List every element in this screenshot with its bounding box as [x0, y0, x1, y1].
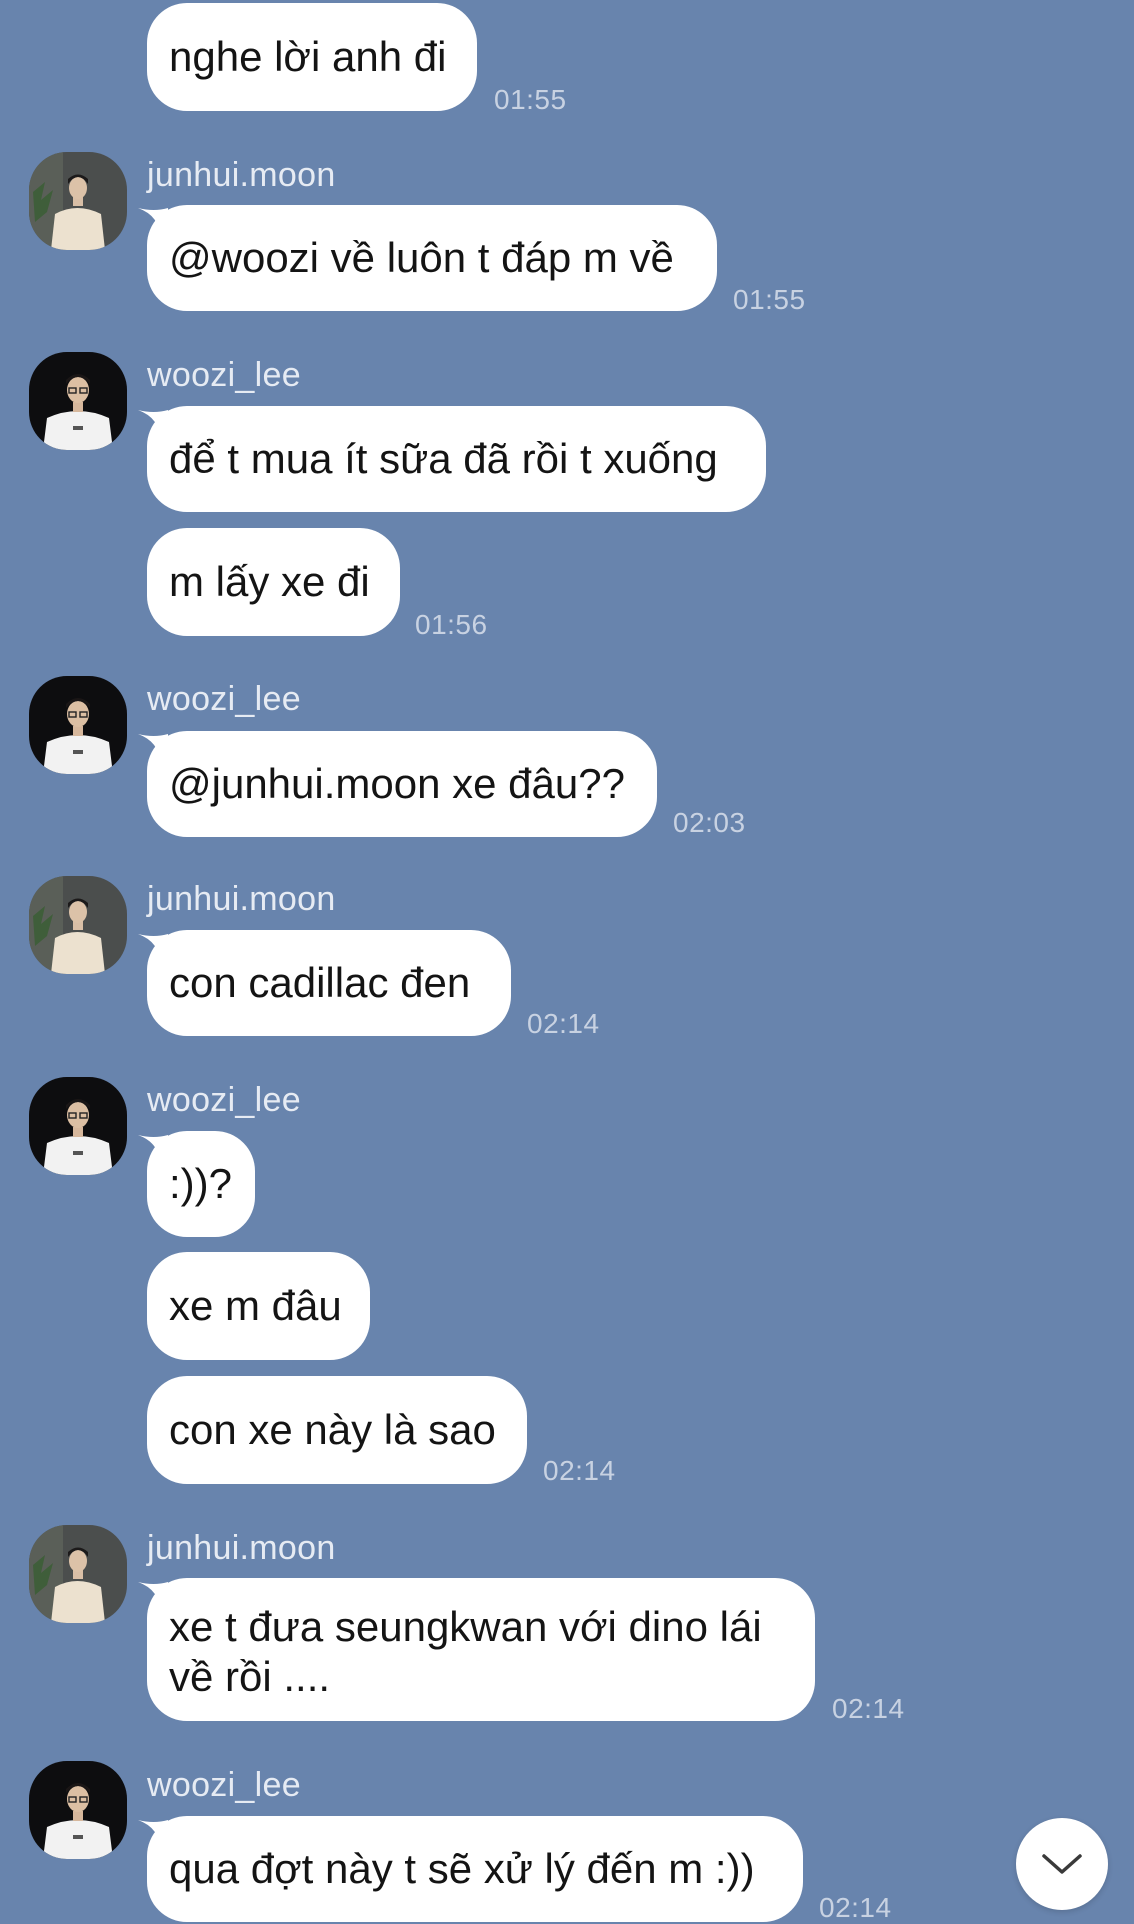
message-time: 02:14 [819, 1892, 892, 1923]
message-bubble[interactable]: con cadillac đen [147, 930, 511, 1036]
message-bubble[interactable]: qua đợt này t sẽ xử lý đến m :)) [147, 1816, 803, 1922]
chevron-down-icon [1042, 1854, 1082, 1874]
sender-name: woozi_lee [147, 680, 301, 718]
message-bubble[interactable]: con xe này là sao [147, 1376, 527, 1484]
scroll-to-bottom-button[interactable] [1016, 1818, 1108, 1910]
message-time: 02:14 [543, 1455, 616, 1486]
message-time: 01:56 [415, 609, 488, 640]
avatar-woozi-lee[interactable] [29, 1761, 127, 1859]
message-bubble[interactable]: m lấy xe đi [147, 528, 400, 636]
message-time: 02:03 [673, 807, 746, 838]
sender-name: woozi_lee [147, 356, 301, 394]
message-time: 02:14 [527, 1008, 600, 1039]
sender-name: woozi_lee [147, 1081, 301, 1119]
message-bubble[interactable]: @woozi về luôn t đáp m về [147, 205, 717, 311]
message-bubble[interactable]: :))? [147, 1131, 255, 1237]
avatar-woozi-lee[interactable] [29, 1077, 127, 1175]
message-time: 02:14 [832, 1693, 905, 1724]
message-bubble[interactable]: @junhui.moon xe đâu?? [147, 731, 657, 837]
message-bubble[interactable]: nghe lời anh đi [147, 3, 477, 111]
avatar-junhui-moon[interactable] [29, 1525, 127, 1623]
avatar-woozi-lee[interactable] [29, 352, 127, 450]
sender-name: junhui.moon [147, 156, 336, 194]
sender-name: junhui.moon [147, 880, 336, 918]
message-bubble[interactable]: để t mua ít sữa đã rồi t xuống [147, 406, 766, 512]
sender-name: woozi_lee [147, 1766, 301, 1804]
message-bubble[interactable]: xe t đưa seungkwan với dino lái về rồi .… [147, 1578, 815, 1721]
sender-name: junhui.moon [147, 1529, 336, 1567]
avatar-junhui-moon[interactable] [29, 876, 127, 974]
avatar-woozi-lee[interactable] [29, 676, 127, 774]
message-bubble[interactable]: xe m đâu [147, 1252, 370, 1360]
avatar-junhui-moon[interactable] [29, 152, 127, 250]
message-time: 01:55 [494, 84, 567, 115]
message-time: 01:55 [733, 284, 806, 315]
